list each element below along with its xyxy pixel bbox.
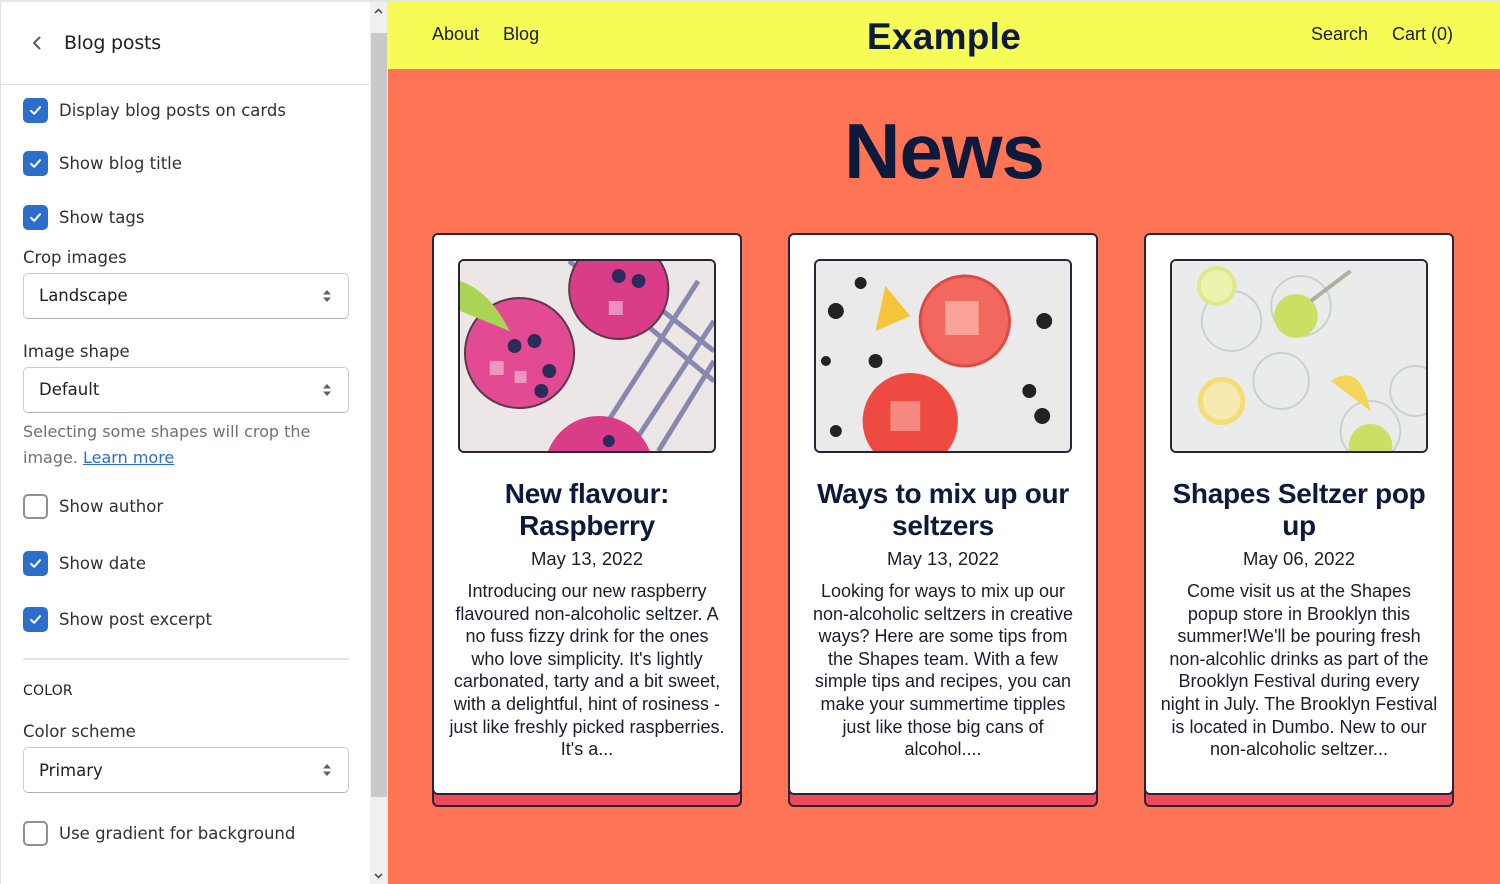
checkmark-icon [30,105,41,115]
site-header: About Blog Example Search Cart (0) [388,2,1500,69]
checkbox-checked[interactable] [23,97,48,123]
checkbox-show-tags[interactable]: Show tags [23,192,349,244]
lemon-water-glasses-photo [1170,259,1428,453]
header-actions: Search Cart (0) [1311,24,1453,45]
checkbox-label: Show post excerpt [59,610,212,630]
color-section-heading: COLOR [23,683,73,699]
color-scheme-label: Color scheme [23,722,136,741]
crop-images-field: Crop images Landscape [23,248,349,319]
checkbox-label: Show blog title [59,153,182,173]
checkbox-label: Display blog posts on cards [59,100,286,120]
post-excerpt: Introducing our new raspberry flavoured … [449,581,725,760]
nav-link-blog[interactable]: Blog [503,24,539,45]
raspberry-drinks-photo [458,259,716,453]
chevron-left-icon [33,36,41,50]
checkbox-label: Show author [59,497,164,517]
post-title[interactable]: New flavour: Raspberry [434,478,740,542]
post-title[interactable]: Ways to mix up our seltzers [790,478,1096,542]
checkbox-show-post-excerpt[interactable]: Show post excerpt [23,592,349,649]
post-title[interactable]: Shapes Seltzer pop up [1146,478,1452,542]
checkbox-checked[interactable] [23,607,48,633]
photo-illustration [460,261,714,451]
image-shape-help: Selecting some shapes will crop the imag… [23,419,349,471]
checkbox-checked[interactable] [23,150,48,176]
section-divider [23,658,349,660]
cart-link[interactable]: Cart (0) [1392,24,1453,45]
checkmark-icon [30,615,41,625]
sidebar-scrollbar[interactable] [370,2,387,884]
settings-sidebar: Blog posts Display blog posts on cards S… [0,2,370,884]
checkmark-icon [30,213,41,222]
post-date: May 06, 2022 [1242,548,1356,569]
color-scheme-field: Color scheme Primary [23,722,349,793]
site-logo[interactable]: Example [867,16,1021,57]
photo-illustration [816,261,1070,451]
checkbox-label: Show tags [59,208,145,227]
color-scheme-select[interactable]: Primary [23,747,349,793]
red-drinks-blackberries-photo [814,259,1072,453]
crop-images-select[interactable]: Landscape [23,272,349,319]
sidebar-body: Display blog posts on cards Show blog ti… [1,85,370,862]
post-excerpt: Come visit us at the Shapes popup store … [1160,581,1438,760]
select-value: Primary [39,760,103,780]
blog-card-link[interactable]: New flavour: Raspberry May 13, 2022 Intr… [432,233,742,795]
post-date: May 13, 2022 [886,548,1000,569]
select-arrows-icon [323,289,331,302]
chevron-up-icon [374,7,383,14]
search-link[interactable]: Search [1311,24,1368,45]
storefront-preview: About Blog Example Search Cart (0) News [388,2,1500,884]
page-title: News [844,107,1045,195]
checkmark-icon [30,558,41,568]
checkbox-gradient-background[interactable]: Use gradient for background [23,805,349,862]
checkbox-label: Show date [59,553,146,573]
post-date: May 13, 2022 [530,548,644,569]
blog-card-link[interactable]: Ways to mix up our seltzers May 13, 2022… [788,233,1098,795]
crop-images-label: Crop images [23,247,127,267]
checkbox-unchecked[interactable] [23,494,48,520]
image-shape-label: Image shape [23,341,130,361]
sidebar-header: Blog posts [1,2,370,85]
nav-link-about[interactable]: About [432,24,479,45]
blog-card: New flavour: Raspberry May 13, 2022 Intr… [432,233,742,807]
main-nav: About Blog [432,24,539,45]
scroll-thumb[interactable] [371,33,387,797]
checkbox-show-blog-title[interactable]: Show blog title [23,135,349,192]
checkbox-show-author[interactable]: Show author [23,479,349,536]
chevron-down-icon [374,872,383,879]
blog-card: Ways to mix up our seltzers May 13, 2022… [788,233,1098,807]
select-value: Landscape [39,286,128,305]
post-excerpt: Looking for ways to mix up our non-alcoh… [812,581,1074,760]
select-value: Default [39,380,100,399]
checkbox-checked[interactable] [23,205,48,230]
blog-card-link[interactable]: Shapes Seltzer pop up May 06, 2022 Come … [1144,233,1454,795]
checkbox-show-date[interactable]: Show date [23,535,349,592]
checkmark-icon [30,158,41,168]
select-arrows-icon [323,383,331,396]
sidebar-title: Blog posts [64,32,161,54]
learn-more-link[interactable]: Learn more [83,448,174,467]
checkbox-checked[interactable] [23,550,48,576]
scroll-up-button[interactable] [370,2,387,19]
scroll-down-button[interactable] [370,867,387,884]
back-button[interactable] [25,31,49,55]
checkbox-label: Use gradient for background [59,823,296,843]
checkbox-unchecked[interactable] [23,820,48,846]
image-shape-field: Image shape Default Selecting some shape… [23,342,349,471]
blog-card: Shapes Seltzer pop up May 06, 2022 Come … [1144,233,1454,807]
photo-illustration [1172,261,1426,451]
checkbox-display-on-cards[interactable]: Display blog posts on cards [23,85,349,135]
image-shape-select[interactable]: Default [23,366,349,413]
select-arrows-icon [323,764,331,776]
